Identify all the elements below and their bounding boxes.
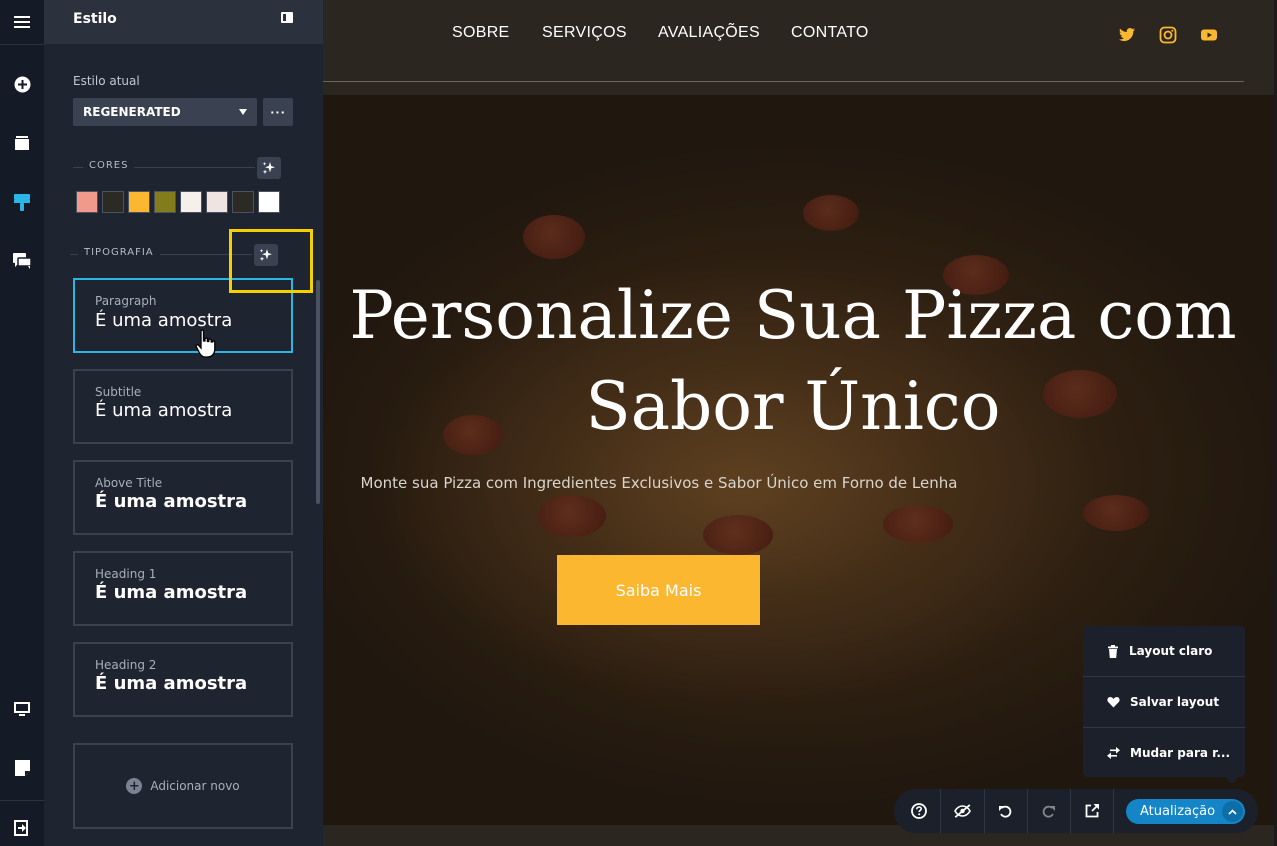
focus-highlight — [229, 229, 313, 293]
style-panel: Estilo Estilo atual REGENERATED ··· CORE… — [44, 0, 323, 846]
popup-pointer — [1225, 777, 1239, 784]
typography-card-heading-1[interactable]: Heading 1 É uma amostra — [73, 551, 293, 626]
style-brush-icon[interactable] — [0, 180, 44, 224]
panel-header: Estilo — [44, 0, 323, 44]
plus-circle-icon: + — [126, 778, 143, 794]
colors-label: CORES — [83, 160, 135, 171]
menu-icon[interactable] — [0, 0, 44, 44]
current-style-value: REGENERATED — [83, 105, 181, 119]
rail-divider — [0, 44, 44, 45]
undo-button[interactable] — [984, 789, 1027, 833]
twitter-icon[interactable] — [1118, 26, 1136, 44]
toolbar-divider — [1113, 789, 1114, 833]
menu-item-label: Mudar para r... — [1130, 746, 1231, 760]
left-icon-rail — [0, 0, 44, 846]
color-swatch[interactable] — [232, 191, 254, 213]
color-swatch[interactable] — [180, 191, 202, 213]
typography-sample: É uma amostra — [95, 491, 248, 512]
cta-button[interactable]: Saiba Mais — [557, 555, 760, 625]
typography-name: Subtitle — [95, 385, 142, 399]
pages-icon[interactable] — [0, 121, 44, 165]
hero-title-line-1: Personalize Sua Pizza com — [349, 277, 1237, 354]
typography-name: Paragraph — [95, 294, 157, 308]
panel-title: Estilo — [73, 11, 117, 27]
external-link-icon — [1085, 804, 1099, 818]
youtube-icon[interactable] — [1200, 26, 1218, 44]
header-divider — [323, 81, 1244, 82]
hero-title: Personalize Sua Pizza com Sabor Único — [323, 270, 1277, 452]
menu-item-mudar[interactable]: Mudar para r... — [1083, 728, 1245, 778]
color-swatch[interactable] — [76, 191, 98, 213]
undo-icon — [999, 805, 1012, 818]
add-new-label: Adicionar novo — [150, 779, 240, 793]
nav-item-sobre[interactable]: SOBRE — [452, 24, 510, 42]
open-external-button[interactable] — [1070, 789, 1113, 833]
typography-sample: É uma amostra — [95, 310, 233, 331]
panel-collapse-icon[interactable] — [281, 12, 293, 23]
menu-item-layout-claro[interactable]: Layout claro — [1083, 626, 1245, 676]
exit-icon[interactable] — [0, 806, 44, 846]
typography-card-heading-2[interactable]: Heading 2 É uma amostra — [73, 642, 293, 717]
typography-card-subtitle[interactable]: Subtitle É uma amostra — [73, 369, 293, 444]
colors-magic-button[interactable] — [257, 157, 281, 179]
color-swatch[interactable] — [102, 191, 124, 213]
color-swatch[interactable] — [206, 191, 228, 213]
update-button[interactable]: Atualização — [1126, 799, 1245, 824]
nav-item-contato[interactable]: CONTATO — [791, 24, 869, 42]
add-icon[interactable] — [0, 62, 44, 106]
add-typography-button[interactable]: + Adicionar novo — [73, 743, 293, 829]
layout-popup-menu: Layout claro Salvar layout Mudar para r.… — [1083, 626, 1245, 784]
typography-label: TIPOGRAFIA — [78, 247, 160, 258]
heart-icon — [1107, 697, 1120, 708]
panel-scrollbar[interactable] — [316, 280, 320, 504]
menu-item-label: Salvar layout — [1130, 695, 1220, 709]
typography-name: Above Title — [95, 476, 163, 490]
nav-item-servicos[interactable]: SERVIÇOS — [542, 24, 627, 42]
redo-button[interactable] — [1027, 789, 1070, 833]
style-more-button[interactable]: ··· — [263, 98, 293, 126]
help-button[interactable] — [897, 789, 940, 833]
color-swatch[interactable] — [154, 191, 176, 213]
help-icon — [910, 803, 927, 819]
typography-name: Heading 1 — [95, 567, 157, 581]
notes-icon[interactable] — [0, 746, 44, 790]
color-swatch[interactable] — [258, 191, 280, 213]
menu-item-salvar-layout[interactable]: Salvar layout — [1083, 677, 1245, 727]
menu-item-label: Layout claro — [1129, 644, 1213, 658]
typography-name: Heading 2 — [95, 658, 157, 672]
update-label: Atualização — [1140, 804, 1216, 819]
trash-icon — [1108, 644, 1118, 658]
current-style-label: Estilo atual — [73, 74, 140, 88]
comments-icon[interactable] — [0, 239, 44, 283]
hand-cursor-icon — [195, 329, 216, 358]
desktop-icon[interactable] — [0, 687, 44, 731]
redo-icon — [1042, 805, 1055, 818]
hero-title-line-2: Sabor Único — [585, 368, 1001, 445]
nav-item-avaliacoes[interactable]: AVALIAÇÕES — [658, 24, 760, 42]
swap-arrows-icon — [1107, 747, 1120, 759]
hide-preview-button[interactable] — [941, 789, 984, 833]
chevron-up-icon[interactable] — [1222, 801, 1243, 822]
eye-slash-icon — [954, 804, 971, 818]
instagram-icon[interactable] — [1159, 26, 1177, 44]
typography-card-above-title[interactable]: Above Title É uma amostra — [73, 460, 293, 535]
hero-subtitle: Monte sua Pizza com Ingredientes Exclusi… — [360, 474, 958, 492]
typography-sample: É uma amostra — [95, 400, 233, 421]
caret-down-icon — [239, 109, 247, 115]
rail-divider — [0, 800, 44, 801]
editor-bottom-toolbar: Atualização — [894, 789, 1258, 833]
color-swatch[interactable] — [128, 191, 150, 213]
sparkle-icon — [262, 162, 275, 174]
color-swatches — [76, 191, 280, 213]
current-style-select[interactable]: REGENERATED — [73, 98, 257, 126]
typography-sample: É uma amostra — [95, 582, 248, 603]
typography-sample: É uma amostra — [95, 673, 248, 694]
